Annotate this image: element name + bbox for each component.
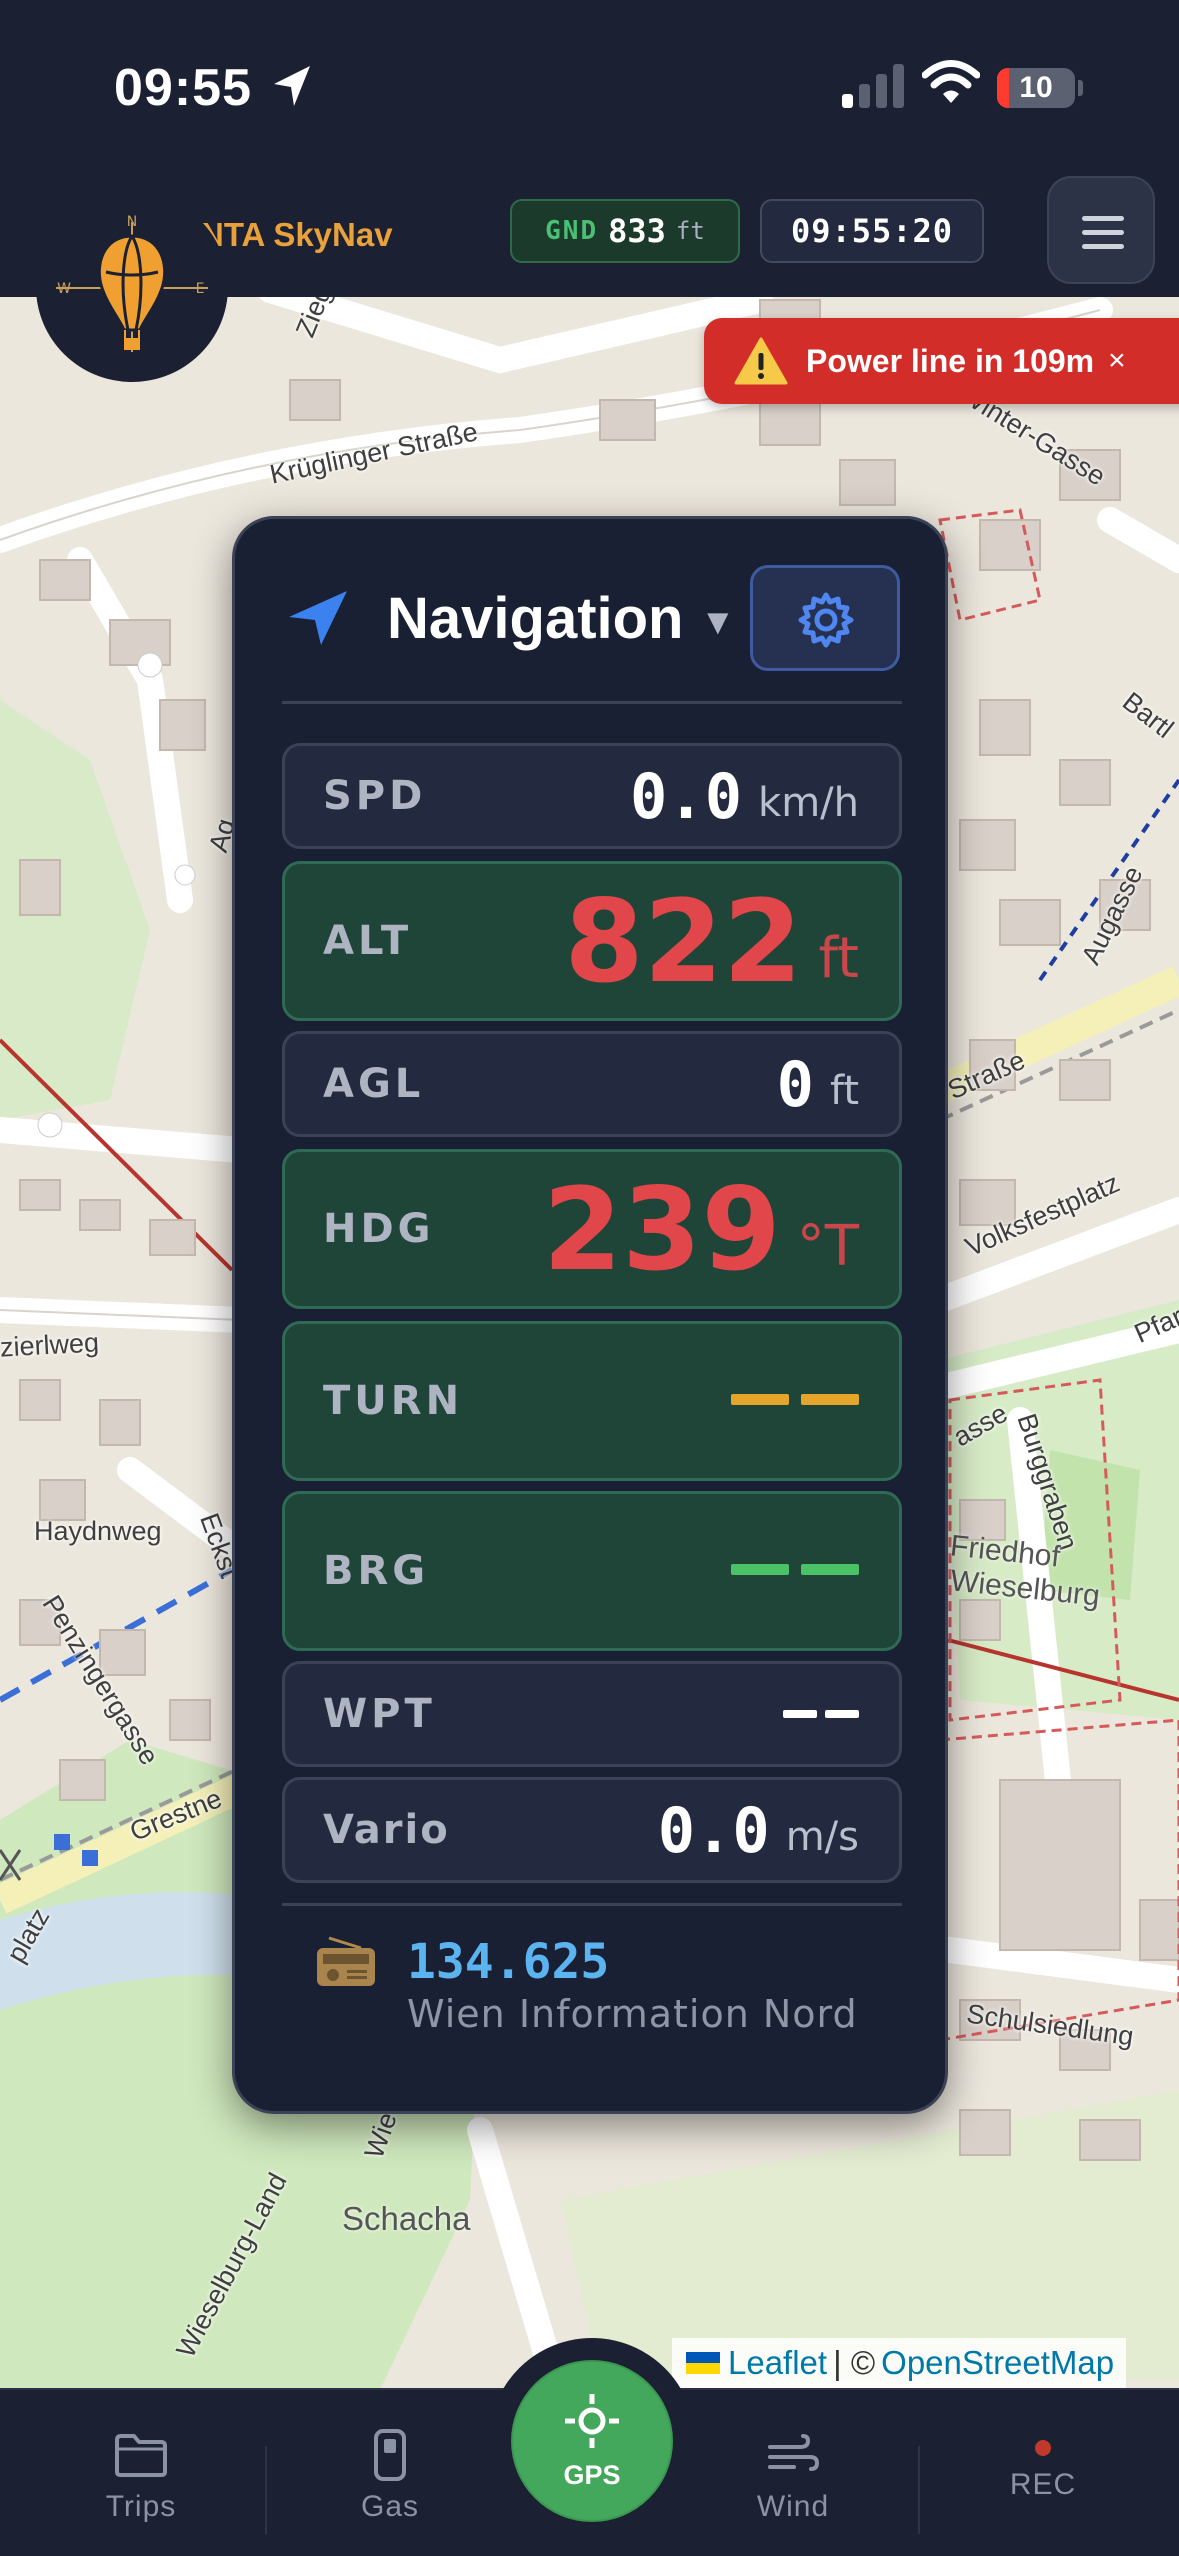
gps-button[interactable]: GPS xyxy=(513,2362,671,2520)
folder-icon xyxy=(115,2434,167,2477)
nav-separator xyxy=(918,2446,920,2534)
street-label: zierlweg xyxy=(0,1327,100,1363)
signal-icon xyxy=(842,64,904,108)
record-indicator-icon xyxy=(1035,2440,1051,2456)
alert-close-button[interactable]: × xyxy=(1108,344,1126,378)
location-arrow-icon xyxy=(274,66,310,106)
attribution-separator: | © xyxy=(833,2344,876,2381)
waypoint-value-empty xyxy=(775,1664,859,1764)
settings-button[interactable] xyxy=(750,565,900,671)
battery-icon: 10 xyxy=(997,68,1075,108)
bearing-row: BRG xyxy=(282,1491,902,1651)
heading-label: HDG xyxy=(323,1206,435,1252)
compass-w: W xyxy=(57,281,71,297)
agl-value: 0 xyxy=(776,1047,814,1121)
app-logo[interactable]: N W E xyxy=(36,192,228,382)
tab-wind-label: Wind xyxy=(756,2490,830,2523)
turn-label: TURN xyxy=(323,1378,464,1424)
tab-rec[interactable]: REC xyxy=(980,2468,1106,2502)
speed-row: SPD 0.0 km/h xyxy=(282,743,902,849)
waypoint-label: WPT xyxy=(323,1691,436,1737)
agl-unit: ft xyxy=(829,1068,859,1114)
altitude-value: 822 xyxy=(564,874,803,1008)
divider xyxy=(282,1903,902,1906)
radio-frequency[interactable]: 134.625 xyxy=(407,1934,609,1990)
altitude-unit: ft xyxy=(818,925,859,991)
balloon-logo-icon: N W E xyxy=(56,214,208,352)
gnd-unit: ft xyxy=(675,217,705,245)
nav-separator xyxy=(265,2446,267,2534)
app-title: NTA SkyNav xyxy=(200,216,393,253)
status-time: 09:55 xyxy=(114,59,252,117)
heading-value: 239 xyxy=(542,1162,781,1296)
heading-row: HDG 239 °T xyxy=(282,1149,902,1309)
agl-label: AGL xyxy=(323,1061,425,1107)
fuel-icon xyxy=(374,2429,406,2481)
waypoint-row[interactable]: WPT xyxy=(282,1661,902,1767)
battery-level: 10 xyxy=(1019,71,1053,104)
altitude-label: ALT xyxy=(323,918,413,964)
radio-station-name: Wien Information Nord xyxy=(407,1992,858,2036)
place-label: Schacha xyxy=(342,2200,471,2237)
turn-value-empty xyxy=(719,1324,859,1478)
panel-dropdown-caret[interactable]: ▼ xyxy=(700,601,736,643)
bearing-value-empty xyxy=(719,1494,859,1648)
gnd-label: GND xyxy=(545,216,599,246)
leaflet-link[interactable]: Leaflet xyxy=(728,2344,827,2382)
altitude-row: ALT 822 ft xyxy=(282,861,902,1021)
power-line-alert[interactable]: Power line in 109m × xyxy=(704,318,1179,404)
heading-unit: °T xyxy=(796,1213,859,1279)
ground-elevation-badge: GND 833 ft xyxy=(510,199,740,263)
gear-icon xyxy=(798,592,854,648)
agl-row: AGL 0 ft xyxy=(282,1031,902,1137)
crosshair-icon xyxy=(565,2394,619,2448)
speed-label: SPD xyxy=(323,773,427,819)
tab-trips-label: Trips xyxy=(105,2490,177,2523)
radio-icon xyxy=(317,1936,375,1986)
navigation-panel: Navigation ▼ SPD 0.0 km/h ALT 822 ft AGL xyxy=(232,516,948,2114)
warning-icon xyxy=(734,337,788,385)
speed-value: 0.0 xyxy=(630,759,743,833)
map-attribution: Leaflet | © OpenStreetMap xyxy=(672,2338,1127,2388)
compass-n: N xyxy=(127,214,137,230)
wifi-icon xyxy=(922,60,980,103)
menu-button[interactable] xyxy=(1047,176,1155,284)
tab-gas[interactable]: Gas xyxy=(310,2424,470,2524)
gps-label: GPS xyxy=(563,2460,621,2490)
alert-text: Power line in 109m xyxy=(806,342,1095,379)
vario-unit: m/s xyxy=(785,1814,859,1860)
compass-e: E xyxy=(196,281,205,297)
vario-row: Vario 0.0 m/s xyxy=(282,1777,902,1883)
divider xyxy=(282,701,902,704)
ukraine-flag-icon xyxy=(686,2352,720,2374)
gnd-value: 833 xyxy=(608,212,666,250)
tab-wind[interactable]: Wind xyxy=(713,2424,873,2524)
tab-gas-label: Gas xyxy=(360,2490,420,2523)
tab-trips[interactable]: Trips xyxy=(61,2424,221,2524)
vario-label: Vario xyxy=(323,1807,450,1853)
openstreetmap-link[interactable]: OpenStreetMap xyxy=(881,2344,1114,2382)
turn-row: TURN xyxy=(282,1321,902,1481)
speed-unit: km/h xyxy=(758,780,859,826)
street-label: Haydnweg xyxy=(34,1516,162,1546)
bearing-label: BRG xyxy=(323,1548,430,1594)
vario-value: 0.0 xyxy=(657,1793,770,1867)
navigation-arrow-icon xyxy=(289,591,347,645)
clock: 09:55:20 xyxy=(760,199,984,263)
panel-header[interactable]: Navigation ▼ xyxy=(235,519,945,709)
wind-icon xyxy=(768,2434,820,2471)
panel-title: Navigation xyxy=(387,586,684,651)
